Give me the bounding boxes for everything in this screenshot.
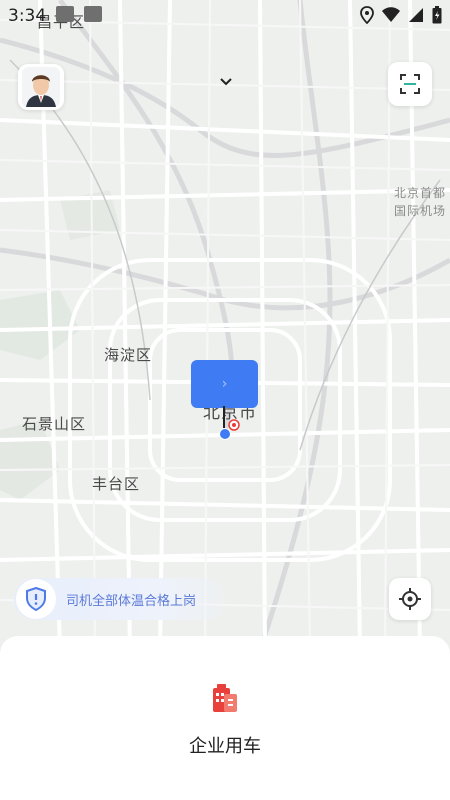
map-label-airport: 北京首都 xyxy=(394,186,447,200)
enterprise-car-label: 企业用车 xyxy=(189,736,261,757)
notification-icon xyxy=(84,6,102,22)
user-avatar-button[interactable] xyxy=(18,64,64,110)
crosshair-icon xyxy=(399,588,421,610)
safety-banner-text: 司机全部体温合格上岗 xyxy=(66,593,197,609)
status-time: 3:34 xyxy=(8,6,47,26)
scan-icon xyxy=(400,74,420,94)
chevron-down-icon[interactable] xyxy=(220,78,232,86)
map-pin-stem xyxy=(223,406,225,428)
landmark-icon xyxy=(228,419,240,431)
safety-banner[interactable]: 司机全部体温合格上岗 xyxy=(14,578,226,620)
pickup-arrow: › xyxy=(221,376,228,392)
map-pin-dot xyxy=(219,428,231,440)
notification-icon xyxy=(56,6,74,22)
battery-icon xyxy=(432,6,442,24)
map-label-shijingshan: 石景山区 xyxy=(22,415,87,433)
location-status-icon xyxy=(360,6,374,24)
map-label-haidian: 海淀区 xyxy=(104,346,153,364)
avatar-icon xyxy=(22,67,60,107)
wifi-icon xyxy=(382,7,400,22)
map-label-airport: 国际机场 xyxy=(394,204,447,218)
map-label-fengtai: 丰台区 xyxy=(92,475,141,493)
map-view[interactable] xyxy=(0,0,450,650)
locate-me-button[interactable] xyxy=(389,578,431,620)
scan-button[interactable] xyxy=(388,62,432,106)
status-bar: 3:34 xyxy=(0,0,450,32)
shield-icon xyxy=(16,579,56,619)
pickup-location-card[interactable]: › xyxy=(191,360,258,408)
building-icon xyxy=(213,684,237,712)
bottom-sheet: 企业用车 xyxy=(0,636,450,800)
map-roads xyxy=(0,0,450,650)
signal-icon xyxy=(409,8,423,22)
